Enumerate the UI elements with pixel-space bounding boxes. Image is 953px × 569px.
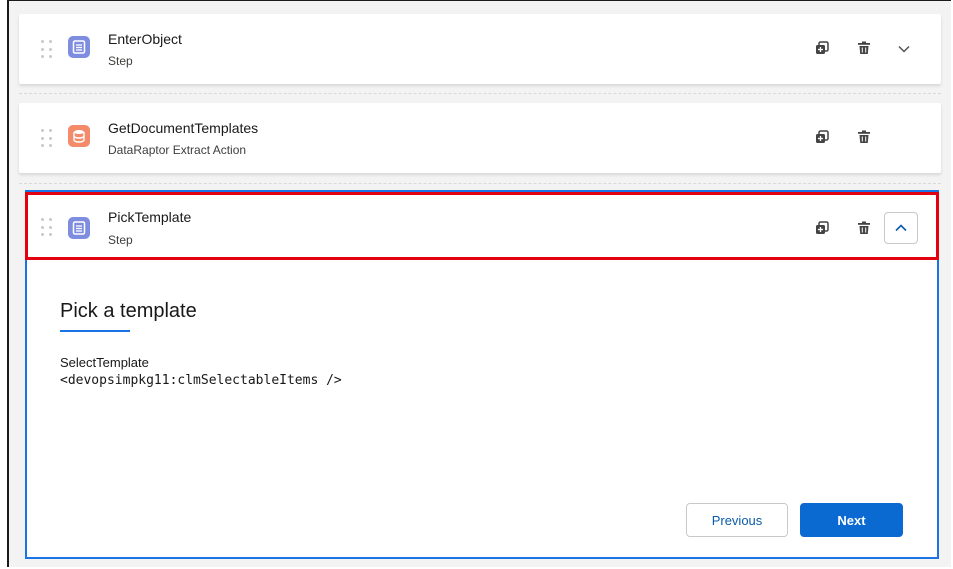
clone-icon[interactable] (815, 41, 829, 55)
field-label: SelectTemplate (60, 355, 149, 370)
collapse-button[interactable] (884, 212, 918, 244)
step-icon (68, 217, 90, 239)
step-title: EnterObject (108, 31, 182, 47)
dataraptor-icon (68, 125, 90, 147)
drag-handle-icon[interactable] (41, 40, 53, 60)
step-title: PickTemplate (108, 209, 192, 225)
delete-icon[interactable] (857, 221, 871, 235)
drag-handle-icon[interactable] (41, 218, 53, 238)
clone-icon[interactable] (815, 221, 829, 235)
chevron-down-icon[interactable] (897, 42, 911, 56)
field-component-markup: <devopsimpkg11:clmSelectableItems /> (60, 373, 342, 388)
step-subtitle: Step (108, 233, 133, 247)
heading-underline (60, 330, 130, 332)
step-heading: Pick a template (60, 300, 197, 322)
step-subtitle: DataRaptor Extract Action (108, 143, 247, 157)
previous-button[interactable]: Previous (686, 503, 788, 537)
step-icon (68, 36, 90, 58)
step-card-getdocumenttemplates[interactable] (19, 103, 941, 173)
delete-icon[interactable] (857, 41, 871, 55)
divider (19, 93, 941, 94)
drag-handle-icon[interactable] (41, 129, 53, 149)
clone-icon[interactable] (815, 130, 829, 144)
step-subtitle: Step (108, 54, 133, 68)
delete-icon[interactable] (857, 130, 871, 144)
divider (19, 183, 941, 184)
step-title: GetDocumentTemplates (108, 120, 259, 136)
step-card-enterobject[interactable] (19, 14, 941, 84)
chevron-up-icon (895, 224, 907, 232)
next-button[interactable]: Next (800, 503, 903, 537)
highlight-box (25, 192, 939, 260)
